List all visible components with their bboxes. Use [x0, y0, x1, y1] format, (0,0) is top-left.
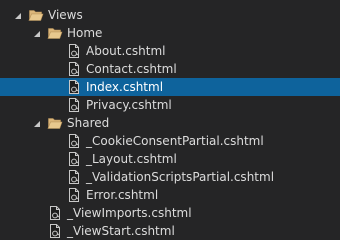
tree-file-row[interactable]: _CookieConsentPartial.cshtml	[0, 132, 340, 150]
expanded-arrow-icon[interactable]	[12, 6, 24, 24]
tree-item-label: Shared	[67, 116, 110, 130]
razor-file-icon	[66, 61, 82, 77]
tree-item-label: Views	[48, 8, 83, 22]
tree-file-row[interactable]: Index.cshtml	[0, 78, 340, 96]
tree-item-label: Contact.cshtml	[86, 62, 177, 76]
tree-folder-row[interactable]: Views	[0, 6, 340, 24]
tree-file-row[interactable]: _Layout.cshtml	[0, 150, 340, 168]
tree-file-row[interactable]: Privacy.cshtml	[0, 96, 340, 114]
expanded-arrow-icon[interactable]	[31, 114, 43, 132]
tree-file-row[interactable]: Error.cshtml	[0, 186, 340, 204]
razor-file-icon	[66, 97, 82, 113]
folder-open-icon	[28, 7, 44, 23]
tree-file-row[interactable]: Contact.cshtml	[0, 60, 340, 78]
tree-item-label: Privacy.cshtml	[86, 98, 172, 112]
razor-file-icon	[66, 43, 82, 59]
expanded-arrow-icon[interactable]	[31, 24, 43, 42]
tree-item-label: Home	[67, 26, 103, 40]
razor-file-icon	[66, 187, 82, 203]
folder-open-icon	[47, 25, 63, 41]
razor-file-icon	[47, 223, 63, 239]
tree-item-label: About.cshtml	[86, 44, 166, 58]
tree-item-label: _ViewImports.cshtml	[67, 206, 192, 220]
tree-item-label: _ViewStart.cshtml	[67, 224, 175, 238]
folder-open-icon	[47, 115, 63, 131]
razor-file-icon	[47, 205, 63, 221]
tree-file-row[interactable]: _ViewStart.cshtml	[0, 222, 340, 240]
razor-file-icon	[66, 151, 82, 167]
tree-file-row[interactable]: _ValidationScriptsPartial.cshtml	[0, 168, 340, 186]
tree-folder-row[interactable]: Home	[0, 24, 340, 42]
razor-file-icon	[66, 133, 82, 149]
razor-file-icon	[66, 79, 82, 95]
solution-explorer-tree: Views Home About.cshtml Contact.cshtml Index…	[0, 0, 340, 240]
tree-item-label: _CookieConsentPartial.cshtml	[86, 134, 264, 148]
tree-item-label: _Layout.cshtml	[86, 152, 177, 166]
tree-folder-row[interactable]: Shared	[0, 114, 340, 132]
tree-file-row[interactable]: _ViewImports.cshtml	[0, 204, 340, 222]
tree-item-label: Index.cshtml	[86, 80, 164, 94]
tree-file-row[interactable]: About.cshtml	[0, 42, 340, 60]
razor-file-icon	[66, 169, 82, 185]
tree-item-label: Error.cshtml	[86, 188, 159, 202]
tree-item-label: _ValidationScriptsPartial.cshtml	[86, 170, 275, 184]
